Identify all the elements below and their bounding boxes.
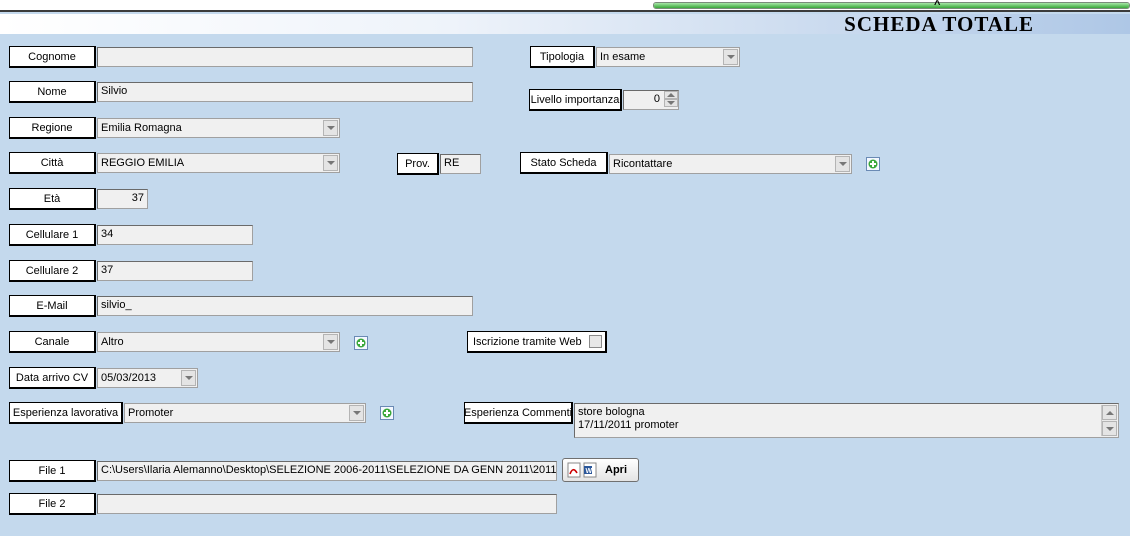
label-canale: Canale: [9, 331, 96, 353]
nome-field[interactable]: Silvio: [97, 82, 473, 102]
label-esperienza: Esperienza lavorativa: [9, 402, 123, 424]
data-arrivo-select[interactable]: 05/03/2013: [97, 368, 198, 388]
label-eta: Età: [9, 188, 96, 210]
esperienza-value: Promoter: [128, 407, 174, 419]
label-livello: Livello importanza: [529, 89, 622, 111]
label-file2: File 2: [9, 493, 96, 515]
label-commenti: Esperienza Commenti: [464, 402, 573, 424]
livello-value: 0: [653, 93, 660, 105]
apri-button[interactable]: W Apri: [562, 458, 639, 482]
add-stato-icon[interactable]: [866, 157, 880, 171]
commenti-line-2: 17/11/2011 promoter: [578, 419, 679, 431]
spin-up-icon[interactable]: [664, 91, 678, 99]
label-tipologia: Tipologia: [530, 46, 595, 68]
word-icon: W: [583, 462, 597, 478]
stato-value: Ricontattare: [613, 158, 673, 170]
commenti-line-1: store bologna: [578, 406, 645, 418]
label-cellulare1: Cellulare 1: [9, 224, 96, 246]
stato-select[interactable]: Ricontattare: [609, 154, 852, 174]
commenti-scrollbar[interactable]: [1101, 405, 1117, 436]
label-cellulare2: Cellulare 2: [9, 260, 96, 282]
commenti-textarea[interactable]: store bologna 17/11/2011 promoter: [574, 403, 1119, 438]
label-data-arrivo: Data arrivo CV: [9, 367, 96, 389]
scroll-down-icon[interactable]: [1102, 421, 1117, 436]
citta-value: REGGIO EMILIA: [101, 157, 185, 169]
file2-field[interactable]: [97, 494, 557, 514]
chevron-down-icon[interactable]: [323, 155, 338, 171]
chevron-down-icon[interactable]: [181, 370, 196, 386]
label-email: E-Mail: [9, 295, 96, 317]
label-file1: File 1: [9, 460, 96, 482]
caret-up-icon[interactable]: ^: [934, 0, 940, 11]
chevron-down-icon[interactable]: [723, 49, 738, 65]
label-stato: Stato Scheda: [520, 152, 608, 174]
scroll-up-icon[interactable]: [1102, 405, 1117, 420]
tipologia-select[interactable]: In esame: [596, 47, 740, 67]
file1-field[interactable]: C:\Users\Ilaria Alemanno\Desktop\SELEZIO…: [97, 461, 557, 481]
cognome-field[interactable]: [97, 47, 473, 67]
pdf-icon: [567, 462, 581, 478]
email-field[interactable]: silvio_: [97, 296, 473, 316]
chevron-down-icon[interactable]: [323, 120, 338, 136]
add-esperienza-icon[interactable]: [380, 406, 394, 420]
cellulare1-field[interactable]: 34: [97, 225, 253, 245]
progress-bar: [653, 2, 1130, 9]
data-arrivo-value: 05/03/2013: [101, 372, 157, 384]
citta-select[interactable]: REGGIO EMILIA: [97, 153, 340, 173]
chevron-down-icon[interactable]: [349, 405, 364, 421]
spin-down-icon[interactable]: [664, 99, 678, 107]
label-regione: Regione: [9, 117, 96, 139]
apri-label: Apri: [605, 464, 627, 476]
label-iscrizione: Iscrizione tramite Web: [467, 331, 607, 353]
regione-value: Emilia Romagna: [101, 122, 182, 134]
label-cognome: Cognome: [9, 46, 96, 68]
label-prov: Prov.: [397, 153, 439, 175]
canale-select[interactable]: Altro: [97, 332, 340, 352]
canale-value: Altro: [101, 336, 124, 348]
cellulare2-field[interactable]: 37: [97, 261, 253, 281]
page-title: SCHEDA TOTALE: [844, 12, 1034, 36]
eta-field[interactable]: 37: [97, 189, 148, 209]
add-canale-icon[interactable]: [354, 336, 368, 350]
prov-field[interactable]: RE: [440, 154, 481, 174]
chevron-down-icon[interactable]: [323, 334, 338, 350]
iscrizione-checkbox[interactable]: [589, 335, 602, 348]
regione-select[interactable]: Emilia Romagna: [97, 118, 340, 138]
label-nome: Nome: [9, 81, 96, 103]
chevron-down-icon[interactable]: [835, 156, 850, 172]
esperienza-select[interactable]: Promoter: [124, 403, 366, 423]
svg-text:W: W: [586, 468, 593, 475]
label-citta: Città: [9, 152, 96, 174]
tipologia-value: In esame: [600, 51, 646, 63]
